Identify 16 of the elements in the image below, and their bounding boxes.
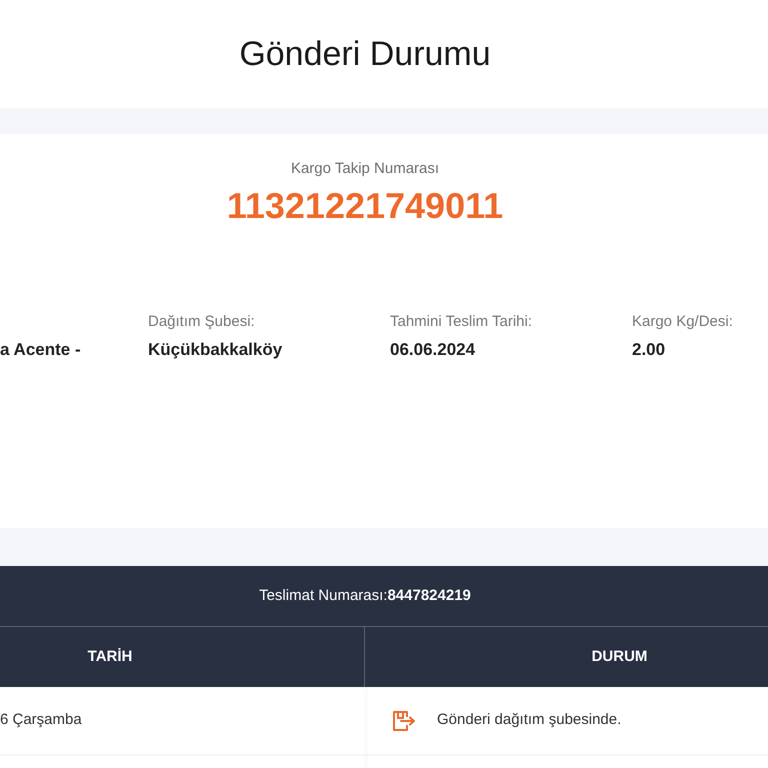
detail-value: a Acente - bbox=[0, 339, 81, 361]
delivery-number: Teslimat Numarası:8447824219 bbox=[259, 586, 471, 606]
tracking-number: 11321221749011 bbox=[226, 184, 504, 228]
tracking-label: Kargo Takip Numarası bbox=[290, 159, 440, 179]
status-text: Gönderi dağıtım şubesinde. bbox=[437, 710, 622, 730]
detail-label: Tahmini Teslim Tarihi: bbox=[390, 312, 532, 332]
box-arrow-icon bbox=[392, 710, 416, 732]
column-header: DURUM bbox=[364, 627, 768, 687]
detail-label: Kargo Kg/Desi: bbox=[632, 312, 733, 332]
table-cell-text: 6 Çarşamba bbox=[0, 710, 83, 730]
detail-value: 06.06.2024 bbox=[390, 339, 476, 361]
detail-value: Küçükbakkalköy bbox=[148, 339, 282, 361]
detail-label: Dağıtım Şubesi: bbox=[148, 312, 255, 332]
column-header: TARİH bbox=[86, 646, 134, 667]
page-title: Gönderi Durumu bbox=[239, 37, 491, 71]
detail-value: 2.00 bbox=[632, 339, 666, 361]
